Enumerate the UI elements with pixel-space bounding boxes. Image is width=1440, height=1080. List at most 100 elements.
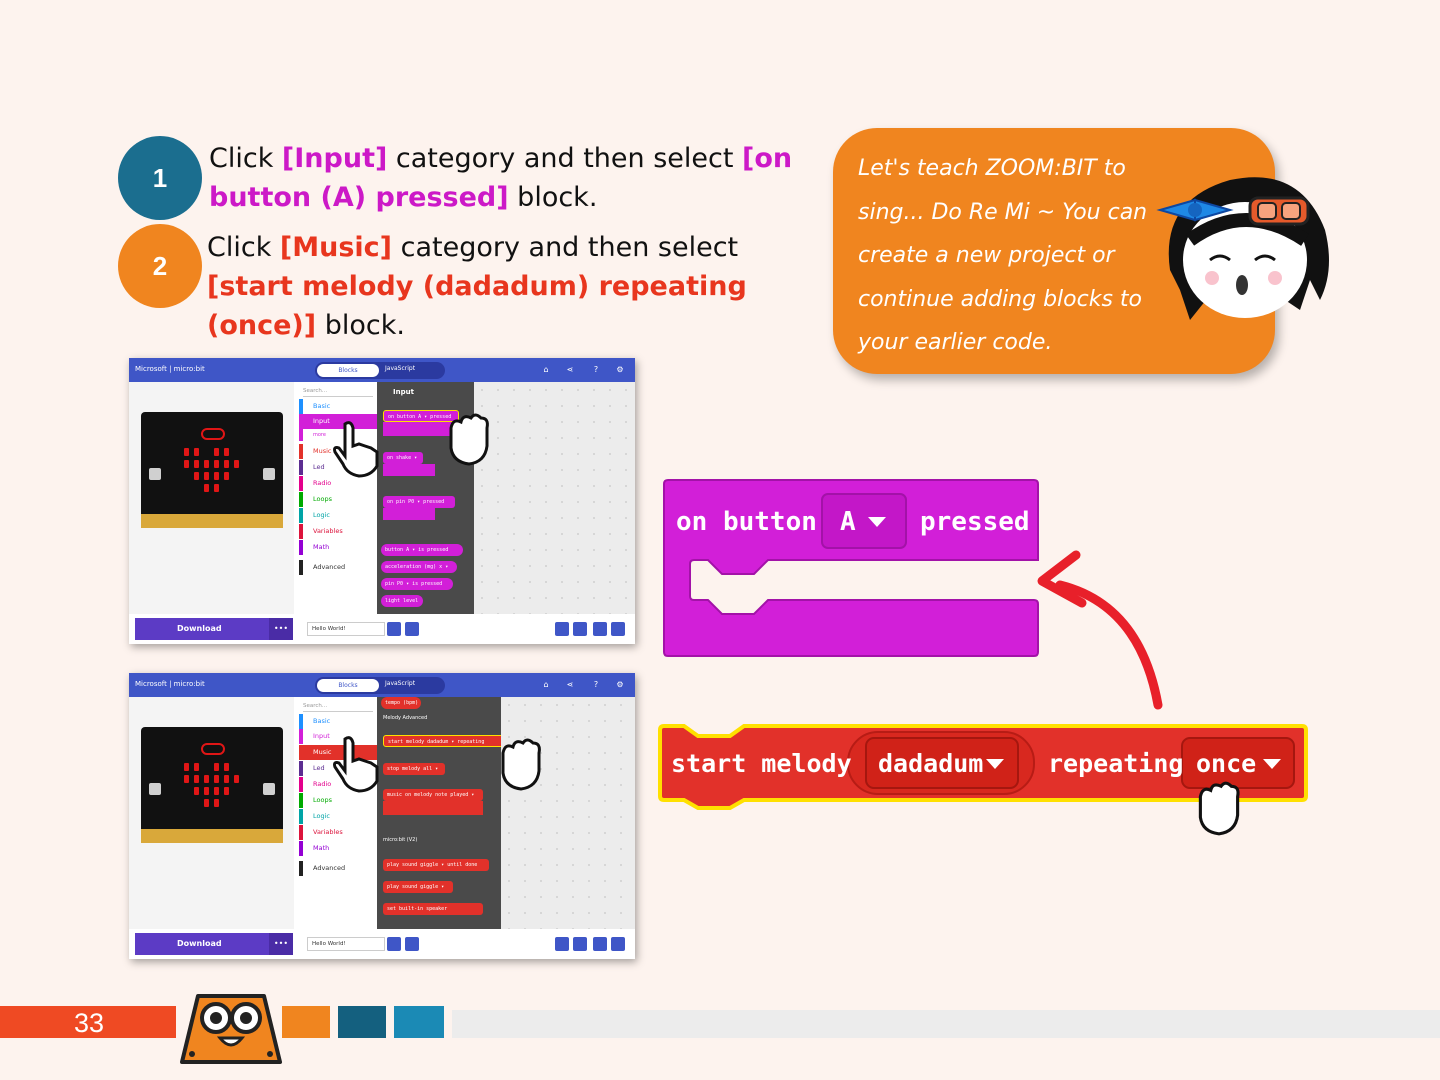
category-logic[interactable]: Logic: [299, 809, 377, 824]
save-icon[interactable]: [387, 622, 401, 636]
step-2-badge: 2: [118, 224, 202, 308]
edge-connector: [141, 829, 283, 843]
github-icon[interactable]: [405, 937, 419, 951]
step-1-text-c: block.: [508, 182, 598, 213]
toolbox-categories: Search... Basic Input more Music Led Rad…: [299, 382, 377, 614]
palette-block-on-pin[interactable]: on pin P0 ▾ pressed: [383, 496, 455, 508]
pointer-hand-icon: [333, 421, 379, 478]
workspace-canvas[interactable]: [474, 382, 635, 614]
tab-blocks[interactable]: Blocks: [317, 364, 379, 377]
editor-mode-switch[interactable]: Blocks JavaScript: [315, 677, 445, 694]
palette-block-light-level[interactable]: light level: [381, 595, 423, 607]
help-icon[interactable]: ?: [591, 680, 601, 689]
music-block-middle: repeating: [1048, 749, 1184, 778]
step-2-text-b: category and then select: [392, 232, 739, 263]
palette-block-acceleration[interactable]: acceleration (mg) x ▾: [381, 561, 457, 573]
help-icon[interactable]: ?: [591, 365, 601, 374]
button-b[interactable]: [263, 783, 275, 795]
palette-title: Input: [393, 388, 414, 396]
pointer-hand-icon: [333, 736, 379, 793]
undo-icon[interactable]: [555, 937, 569, 951]
palette-block-play-sound-until-done[interactable]: play sound giggle ▾ until done: [383, 859, 489, 871]
category-basic[interactable]: Basic: [299, 399, 377, 414]
github-icon[interactable]: [405, 622, 419, 636]
palette-block-button-is-pressed[interactable]: button A ▾ is pressed: [381, 544, 463, 556]
footer-teal-square: [394, 1006, 444, 1038]
category-variables[interactable]: Variables: [299, 524, 377, 539]
category-variables[interactable]: Variables: [299, 825, 377, 840]
tab-javascript[interactable]: JavaScript: [385, 680, 415, 687]
palette-block-pin-is-pressed[interactable]: pin P0 ▾ is pressed: [381, 578, 453, 590]
gear-icon[interactable]: ⚙: [615, 680, 625, 689]
tab-javascript[interactable]: JavaScript: [385, 365, 415, 372]
category-advanced[interactable]: Advanced: [299, 560, 377, 575]
palette-block-music-on[interactable]: music on melody note played ▾: [383, 789, 483, 801]
editor-topbar: Microsoft | micro:bit Blocks JavaScript …: [129, 358, 635, 382]
step-2-text-a: Click: [207, 232, 280, 263]
step-2-text-c: block.: [316, 310, 405, 341]
workspace-canvas[interactable]: [501, 697, 635, 929]
download-more-button[interactable]: •••: [269, 933, 293, 955]
category-basic[interactable]: Basic: [299, 714, 377, 729]
button-a[interactable]: [149, 468, 161, 480]
zoom-in-icon[interactable]: [611, 622, 625, 636]
project-name-input[interactable]: Hello World!: [307, 622, 385, 636]
category-loops[interactable]: Loops: [299, 793, 377, 808]
button-b[interactable]: [263, 468, 275, 480]
step-2-category: [Music]: [279, 232, 393, 263]
editor-mode-switch[interactable]: Blocks JavaScript: [315, 362, 445, 379]
step-2-number: 2: [152, 250, 168, 281]
save-icon[interactable]: [387, 937, 401, 951]
microbit-board[interactable]: [141, 412, 283, 528]
undo-icon[interactable]: [555, 622, 569, 636]
palette-block-set-speaker[interactable]: set built-in speaker: [383, 903, 483, 915]
category-math[interactable]: Math: [299, 540, 377, 555]
share-icon[interactable]: ⋖: [565, 365, 575, 374]
palette-block-slot: [383, 508, 435, 520]
microbit-board[interactable]: [141, 727, 283, 843]
palette-block-tempo[interactable]: tempo (bpm): [381, 697, 421, 709]
music-block-melody[interactable]: dadadum: [878, 749, 983, 778]
redo-icon[interactable]: [573, 937, 587, 951]
step-1-number: 1: [152, 162, 168, 193]
zoombit-robot-logo: [180, 994, 282, 1064]
zoom-out-icon[interactable]: [593, 622, 607, 636]
curved-arrow-icon: [1037, 550, 1163, 710]
step-1-text-b: category and then select: [387, 143, 743, 174]
category-loops[interactable]: Loops: [299, 492, 377, 507]
zoom-out-icon[interactable]: [593, 937, 607, 951]
tab-blocks[interactable]: Blocks: [317, 679, 379, 692]
gear-icon[interactable]: ⚙: [615, 365, 625, 374]
grab-hand-icon: [449, 413, 489, 466]
toolbox-search-input[interactable]: Search...: [303, 700, 373, 712]
share-icon[interactable]: ⋖: [565, 680, 575, 689]
chevron-down-icon: [1263, 759, 1281, 769]
toolbox-search-input[interactable]: Search...: [303, 385, 373, 397]
music-block-repeat[interactable]: once: [1196, 749, 1256, 778]
category-logic[interactable]: Logic: [299, 508, 377, 523]
editor-bottombar: Download ••• Hello World!: [129, 929, 635, 959]
step-1-badge: 1: [118, 136, 202, 220]
home-icon[interactable]: ⌂: [541, 365, 551, 374]
redo-icon[interactable]: [573, 622, 587, 636]
input-block-suffix: pressed: [920, 507, 1030, 537]
project-name-input[interactable]: Hello World!: [307, 937, 385, 951]
download-more-button[interactable]: •••: [269, 618, 293, 640]
palette-block-on-shake[interactable]: on shake ▾: [383, 452, 423, 464]
brand-label: Microsoft | micro:bit: [135, 680, 205, 688]
category-radio[interactable]: Radio: [299, 476, 377, 491]
palette-block-play-sound[interactable]: play sound giggle ▾: [383, 881, 453, 893]
grab-hand-icon: [501, 738, 541, 791]
grab-hand-icon: [1198, 781, 1240, 836]
zoom-in-icon[interactable]: [611, 937, 625, 951]
touch-logo-icon: [201, 743, 225, 755]
palette-block-stop-melody[interactable]: stop melody all ▾: [383, 763, 445, 775]
button-a[interactable]: [149, 783, 161, 795]
editor-bottombar: Download ••• Hello World!: [129, 614, 635, 644]
footer-gray-bar: [452, 1010, 1440, 1038]
input-block-dropdown[interactable]: A: [840, 507, 856, 537]
home-icon[interactable]: ⌂: [541, 680, 551, 689]
mascot-girl-illustration: [1156, 177, 1329, 320]
category-math[interactable]: Math: [299, 841, 377, 856]
category-advanced[interactable]: Advanced: [299, 861, 377, 876]
